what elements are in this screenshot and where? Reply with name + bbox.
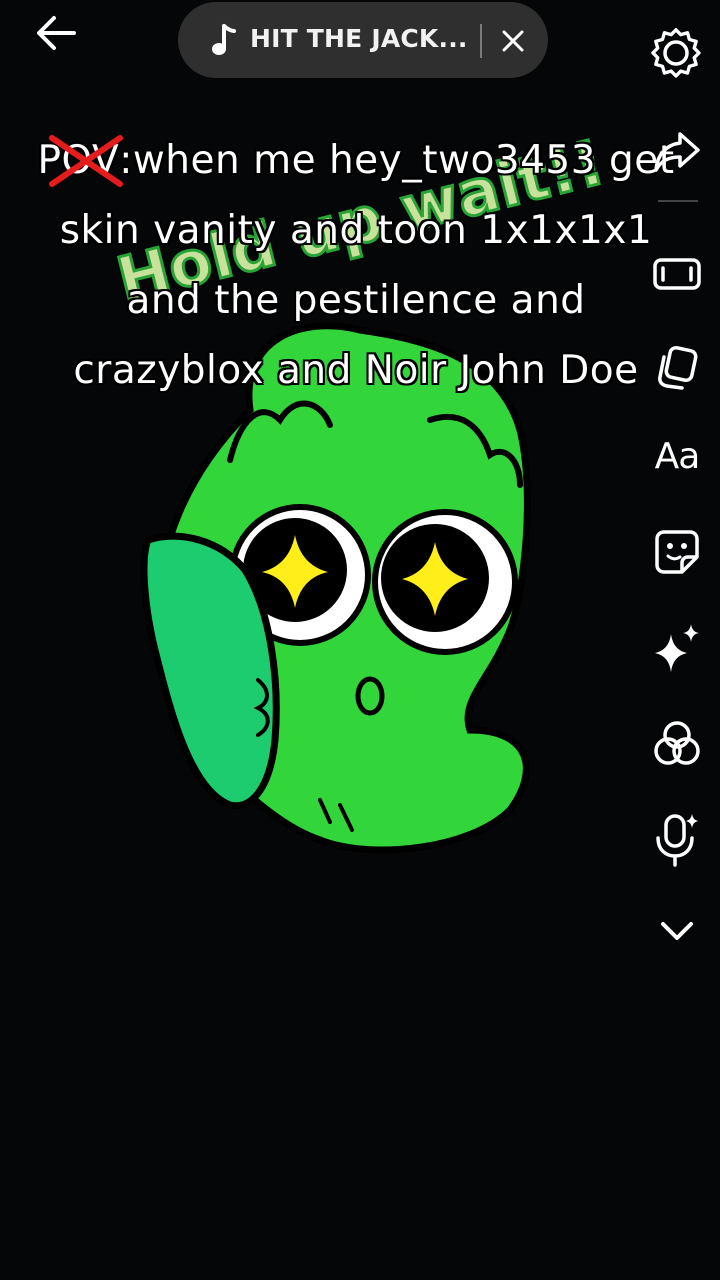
caption-text-overlay[interactable]: POV :when me hey_two3453 get skin vanity… [36, 126, 676, 406]
red-cross-mark [48, 135, 123, 187]
voice-effect-icon [656, 814, 698, 867]
settings-button[interactable] [644, 24, 710, 84]
caption-body: :when me hey_two3453 get skin vanity and… [59, 138, 675, 393]
sound-title: HIT THE JACK... [250, 24, 468, 53]
duplicate-button[interactable] [644, 336, 710, 396]
back-button[interactable] [30, 10, 82, 56]
arrow-left-icon [37, 16, 76, 50]
sound-divider [480, 24, 482, 58]
voice-effect-button[interactable] [644, 810, 710, 870]
chevron-down-icon [661, 922, 693, 940]
editor-canvas: HIT THE JACK... Hold up wait!! POV:when… [0, 0, 720, 1280]
sound-selector[interactable]: HIT THE JACK... [178, 2, 548, 78]
filters-icon [654, 721, 700, 765]
close-icon[interactable] [496, 24, 530, 58]
effects-icon [655, 624, 699, 672]
text-icon: Aa [654, 435, 701, 477]
aspect-ratio-icon [653, 258, 701, 290]
share-icon [654, 132, 700, 172]
filters-button[interactable] [644, 714, 710, 774]
more-tools-button[interactable] [644, 900, 710, 960]
effects-button[interactable] [644, 618, 710, 678]
duplicate-icon [658, 345, 698, 390]
sticker-button[interactable] [644, 522, 710, 582]
share-button[interactable] [644, 122, 710, 182]
music-note-icon [212, 24, 236, 55]
text-tool-button[interactable]: Aa [644, 426, 710, 486]
sticker-icon [655, 530, 699, 574]
aspect-ratio-button[interactable] [644, 244, 710, 304]
crossed-word: POV [38, 126, 123, 196]
settings-icon [651, 28, 701, 78]
editing-toolbar: Aa [644, 14, 710, 954]
toolbar-divider [658, 200, 698, 202]
